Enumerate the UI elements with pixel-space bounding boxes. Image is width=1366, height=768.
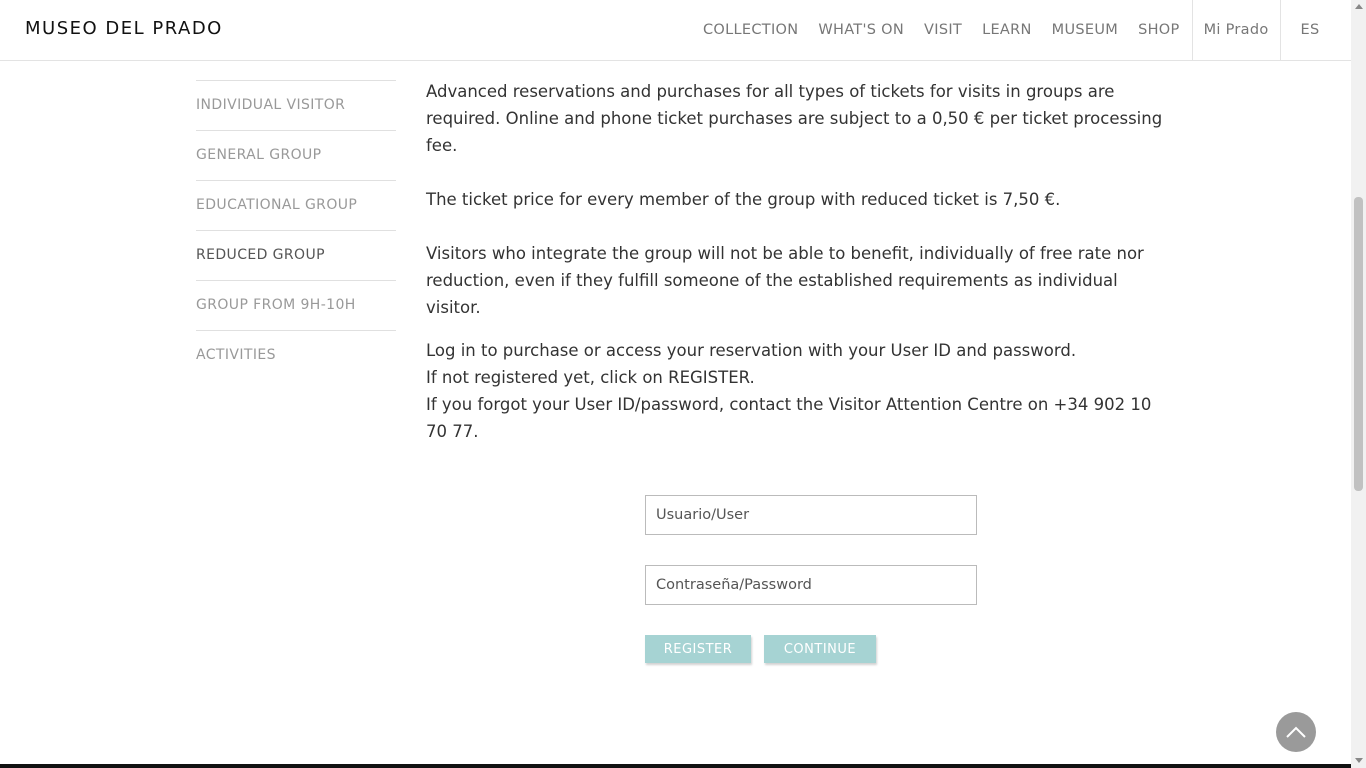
user-id-input[interactable] — [645, 495, 977, 535]
footer-edge — [0, 764, 1351, 768]
nav-shop[interactable]: SHOP — [1128, 0, 1189, 60]
scroll-up-arrow-icon[interactable] — [1355, 4, 1363, 9]
sidebar-item-activities[interactable]: ACTIVITIES — [196, 330, 396, 380]
site-logo[interactable]: MUSEO DEL PRADO — [25, 18, 223, 39]
main-content: Advanced reservations and purchases for … — [426, 78, 1166, 445]
ticket-type-sidebar: INDIVIDUAL VISITOR GENERAL GROUP EDUCATI… — [196, 80, 396, 380]
nav-collection[interactable]: COLLECTION — [693, 0, 808, 60]
nav-learn[interactable]: LEARN — [972, 0, 1042, 60]
sidebar-item-individual-visitor[interactable]: INDIVIDUAL VISITOR — [196, 80, 396, 130]
scroll-to-top-button[interactable] — [1276, 712, 1316, 752]
sidebar-item-reduced-group[interactable]: REDUCED GROUP — [196, 230, 396, 280]
login-line: If not registered yet, click on REGISTER… — [426, 368, 755, 387]
sidebar-item-educational-group[interactable]: EDUCATIONAL GROUP — [196, 180, 396, 230]
login-line: Log in to purchase or access your reserv… — [426, 341, 1077, 360]
nav-whats-on[interactable]: WHAT'S ON — [808, 0, 914, 60]
login-line: If you forgot your User ID/password, con… — [426, 395, 1152, 441]
register-button[interactable]: REGISTER — [645, 635, 751, 663]
group-rules-paragraph: Visitors who integrate the group will no… — [426, 244, 1144, 317]
chevron-up-icon — [1286, 726, 1306, 738]
ticket-price-paragraph: The ticket price for every member of the… — [426, 190, 1061, 209]
top-header: MUSEO DEL PRADO COLLECTION WHAT'S ON VIS… — [0, 0, 1351, 61]
sidebar-item-group-9h-10h[interactable]: GROUP FROM 9H-10H — [196, 280, 396, 330]
sidebar-item-general-group[interactable]: GENERAL GROUP — [196, 130, 396, 180]
main-nav: COLLECTION WHAT'S ON VISIT LEARN MUSEUM … — [693, 0, 1340, 60]
language-switch[interactable]: ES — [1281, 0, 1340, 60]
login-instructions: Log in to purchase or access your reserv… — [426, 337, 1166, 445]
reservation-info-paragraph: Advanced reservations and purchases for … — [426, 82, 1163, 155]
nav-mi-prado[interactable]: Mi Prado — [1191, 0, 1281, 60]
nav-museum[interactable]: MUSEUM — [1042, 0, 1128, 60]
page-scrollbar[interactable] — [1351, 0, 1366, 768]
nav-visit[interactable]: VISIT — [914, 0, 972, 60]
scrollbar-thumb[interactable] — [1354, 197, 1363, 491]
continue-button[interactable]: CONTINUE — [764, 635, 876, 663]
scroll-down-arrow-icon[interactable] — [1355, 758, 1363, 763]
password-input[interactable] — [645, 565, 977, 605]
